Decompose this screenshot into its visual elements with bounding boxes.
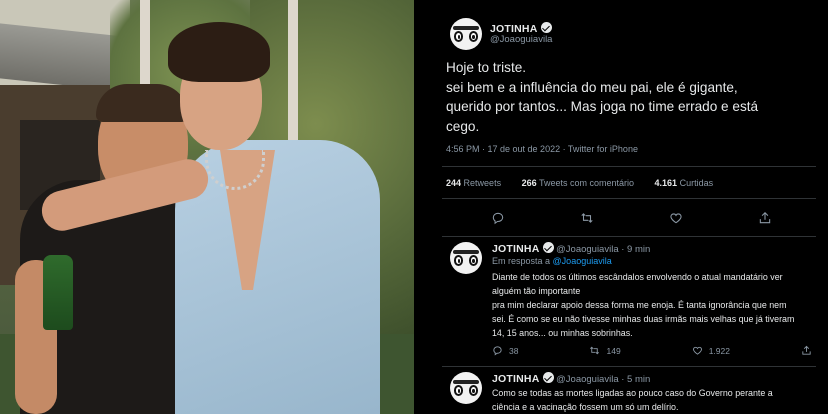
likes-stat[interactable]: 4.161 Curtidas	[655, 178, 714, 188]
reply-text-line: Como se todas as mortes ligadas ao pouco…	[492, 388, 773, 398]
reply-text-line: 14, 15 anos... ou minhas sobrinhas.	[492, 328, 633, 338]
heart-icon	[692, 345, 703, 356]
reply-text: Como se todas as mortes ligadas ao pouco…	[492, 386, 822, 414]
divider	[442, 366, 816, 367]
share-icon	[801, 345, 812, 356]
heart-icon[interactable]	[669, 211, 683, 225]
verified-badge-icon	[540, 22, 552, 33]
tweet-text: Hoje to triste. sei bem e a influência d…	[446, 58, 816, 136]
tweet-stats: 244 Retweets 266 Tweets com comentário 4…	[446, 178, 731, 188]
author-handle-time[interactable]: @Joaoguiavila · 5 min	[556, 374, 650, 385]
reply-text-line: sei. É como se eu não tivesse minhas dua…	[492, 314, 795, 324]
retweet-count[interactable]: 149	[589, 345, 621, 356]
author-display-name[interactable]: JOTINHA	[492, 243, 540, 255]
retweet-icon[interactable]	[580, 211, 594, 225]
divider	[442, 236, 816, 237]
quotes-stat[interactable]: 266 Tweets com comentário	[522, 178, 634, 188]
reply-header: JOTINHA @Joaoguiavila · 9 min	[492, 242, 650, 255]
replying-to: Em resposta a @Joaoguiavila	[492, 256, 612, 266]
share-button[interactable]	[801, 345, 812, 356]
avatar[interactable]	[450, 242, 482, 274]
photo-bottle	[43, 255, 73, 330]
tweet-panel: JOTINHA @Joaoguiavila Hoje to triste. se…	[414, 0, 828, 414]
divider	[442, 198, 816, 199]
reply-tweet[interactable]: JOTINHA @Joaoguiavila · 5 min Como se to…	[450, 372, 820, 414]
like-count[interactable]: 1.922	[692, 345, 730, 356]
photo-young-man-hair	[168, 22, 270, 82]
tweet-text-line: querido por tantos... Mas joga no time e…	[446, 99, 759, 114]
reply-actions: 38 149 1.922	[492, 345, 812, 356]
mention-link[interactable]: @Joaoguiavila	[553, 256, 612, 266]
tweet-timestamp[interactable]: 4:56 PM · 17 de out de 2022 · Twitter fo…	[446, 144, 638, 154]
verified-badge-icon	[542, 372, 554, 383]
tweet-text-line: cego.	[446, 118, 480, 134]
divider	[442, 166, 816, 167]
reply-text-line: Diante de todos os últimos escândalos en…	[492, 272, 783, 282]
reply-header: JOTINHA @Joaoguiavila · 5 min	[492, 372, 650, 385]
avatar[interactable]	[450, 18, 482, 50]
author-display-name[interactable]: JOTINHA	[492, 373, 540, 385]
reply-text-line: ciência e a vacinação fossem um só um de…	[492, 402, 679, 412]
reply-icon[interactable]	[491, 211, 505, 225]
retweet-icon	[589, 345, 600, 356]
reply-text: Diante de todos os últimos escândalos en…	[492, 270, 822, 340]
tweet-text-line: sei bem e a influência do meu pai, ele é…	[446, 79, 738, 95]
reply-text-line: pra mim declarar apoio dessa forma me en…	[492, 300, 787, 310]
retweets-stat[interactable]: 244 Retweets	[446, 178, 501, 188]
verified-badge-icon	[542, 242, 554, 253]
photo-older-man-hair	[96, 84, 188, 122]
reply-count[interactable]: 38	[492, 345, 518, 356]
photo-pole	[288, 0, 298, 140]
avatar[interactable]	[450, 372, 482, 404]
share-icon[interactable]	[758, 211, 772, 225]
reply-icon	[492, 345, 503, 356]
author-handle[interactable]: @Joaoguiavila	[490, 34, 552, 45]
tweet-text-line: Hoje to triste.	[446, 60, 527, 75]
tweet-actions	[454, 208, 809, 228]
photo-panel	[0, 0, 414, 414]
author-handle-time[interactable]: @Joaoguiavila · 9 min	[556, 244, 650, 255]
reply-text-line: alguém tão importante	[492, 286, 581, 296]
reply-tweet[interactable]: JOTINHA @Joaoguiavila · 9 min Em respost…	[450, 242, 820, 367]
